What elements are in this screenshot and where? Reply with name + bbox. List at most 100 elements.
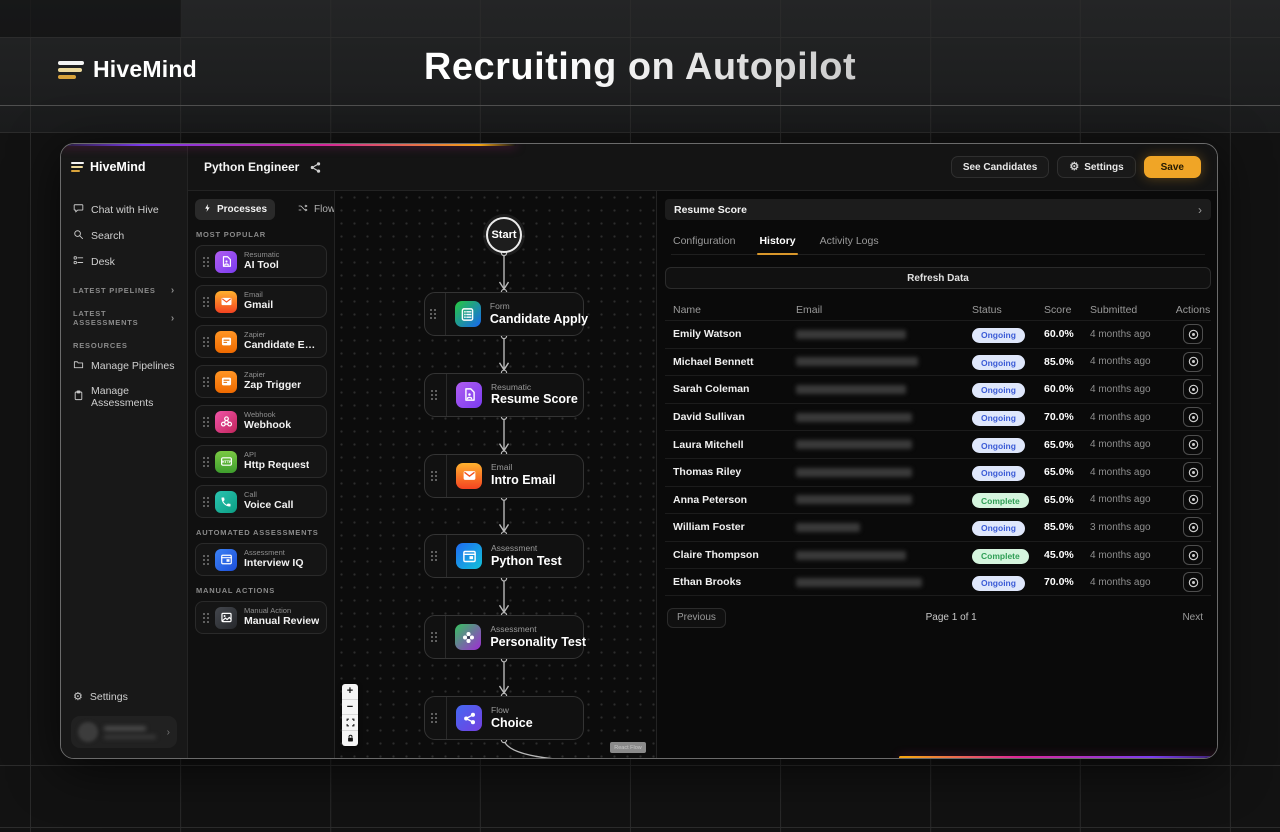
- start-node[interactable]: Start: [486, 217, 522, 253]
- gear-icon: ⚙: [73, 692, 83, 703]
- palette-item-manual-review[interactable]: Manual ActionManual Review: [195, 601, 327, 634]
- status-cell: Ongoing: [972, 408, 1044, 426]
- table-row[interactable]: Laura MitchellOngoing65.0%4 months ago: [665, 430, 1211, 458]
- next-page-button[interactable]: Next: [1176, 608, 1209, 627]
- palette-tab-processes[interactable]: Processes: [195, 199, 275, 220]
- settings-button[interactable]: ⚙ Settings: [1057, 156, 1135, 178]
- status-badge: Complete: [972, 549, 1029, 564]
- flow-node-name: Intro Email: [491, 473, 556, 489]
- candidate-score: 70.0%: [1044, 411, 1090, 423]
- row-action-button[interactable]: [1183, 324, 1203, 344]
- flow-node-personality-test[interactable]: AssessmentPersonality Test: [424, 615, 584, 659]
- table-row[interactable]: William FosterOngoing85.0%3 months ago: [665, 513, 1211, 541]
- share-icon[interactable]: [309, 161, 322, 174]
- drag-handle-icon: [425, 616, 446, 658]
- zoom-in-icon[interactable]: +: [342, 684, 358, 700]
- envelope-icon: [215, 291, 237, 313]
- background-dark-cell: [0, 0, 181, 37]
- process-palette: ProcessesFlow MOST POPULARResumaticAI To…: [188, 191, 335, 759]
- drag-handle-icon: [202, 416, 210, 428]
- table-row[interactable]: Thomas RileyOngoing65.0%4 months ago: [665, 458, 1211, 486]
- flow-canvas[interactable]: Start FormCandidate Apply ResumaticResume…: [335, 191, 656, 759]
- row-action-button[interactable]: [1183, 517, 1203, 537]
- doc-icon: [215, 251, 237, 273]
- previous-page-button[interactable]: Previous: [667, 608, 726, 628]
- sidebar-section-latest-assessments[interactable]: LATEST ASSESSMENTS›: [71, 300, 177, 331]
- sidebar-item-manage-pipelines[interactable]: Manage Pipelines: [71, 354, 177, 378]
- sidebar-item-manage-assessments[interactable]: Manage Assessments: [71, 380, 177, 414]
- see-candidates-button[interactable]: See Candidates: [951, 156, 1049, 178]
- column-header-actions: Actions: [1175, 304, 1211, 316]
- panel-tab-activity-logs[interactable]: Activity Logs: [818, 230, 881, 254]
- chevron-right-icon: ›: [167, 727, 170, 738]
- email-blur: [796, 330, 906, 339]
- palette-tab-flow[interactable]: Flow: [289, 199, 335, 220]
- candidate-email-redacted: [796, 495, 972, 504]
- table-row[interactable]: Sarah ColemanOngoing60.0%4 months ago: [665, 375, 1211, 403]
- sidebar-section-latest-pipelines[interactable]: LATEST PIPELINES›: [71, 276, 177, 300]
- column-header-name: Name: [673, 304, 796, 316]
- zoom-out-icon[interactable]: −: [342, 700, 358, 716]
- reactflow-attribution[interactable]: React Flow: [610, 742, 646, 753]
- table-row[interactable]: Anna PetersonComplete65.0%4 months ago: [665, 486, 1211, 514]
- palette-item-interview-iq[interactable]: AssessmentInterview IQ: [195, 543, 327, 576]
- palette-item-name: Interview IQ: [244, 557, 304, 570]
- table-row[interactable]: Claire ThompsonComplete45.0%4 months ago: [665, 541, 1211, 569]
- lock-icon[interactable]: [342, 731, 358, 747]
- row-action-button[interactable]: [1183, 490, 1203, 510]
- panel-header[interactable]: Resume Score ›: [665, 199, 1211, 220]
- sidebar-item-chat-with-hive[interactable]: Chat with Hive: [71, 198, 177, 222]
- actions-cell: [1175, 572, 1211, 592]
- palette-item-webhook[interactable]: WebhookWebhook: [195, 405, 327, 438]
- submitted-date: 4 months ago: [1090, 550, 1175, 561]
- panel-tab-history[interactable]: History: [757, 230, 797, 254]
- palette-item-zap-trigger[interactable]: ZapierZap Trigger: [195, 365, 327, 398]
- row-action-button[interactable]: [1183, 435, 1203, 455]
- flow-node-choice[interactable]: FlowChoice: [424, 696, 584, 740]
- chat-icon: [73, 203, 84, 217]
- panel-tab-configuration[interactable]: Configuration: [671, 230, 737, 254]
- flower-icon: [455, 624, 481, 650]
- save-button[interactable]: Save: [1144, 156, 1201, 178]
- doc-icon: [456, 382, 482, 408]
- refresh-data-button[interactable]: Refresh Data: [665, 267, 1211, 289]
- hivemind-logo-icon: [71, 162, 84, 173]
- row-action-button[interactable]: [1183, 352, 1203, 372]
- monitor-icon: [215, 549, 237, 571]
- table-row[interactable]: David SullivanOngoing70.0%4 months ago: [665, 403, 1211, 431]
- status-badge: Complete: [972, 493, 1029, 508]
- actions-cell: [1175, 435, 1211, 455]
- flow-node-intro-email[interactable]: EmailIntro Email: [424, 454, 584, 498]
- fit-view-icon[interactable]: [342, 715, 358, 731]
- actions-cell: [1175, 490, 1211, 510]
- email-blur: [796, 523, 860, 532]
- status-cell: Complete: [972, 491, 1044, 509]
- status-cell: Complete: [972, 546, 1044, 564]
- user-profile-card[interactable]: ›: [71, 716, 177, 748]
- table-row[interactable]: Emily WatsonOngoing60.0%4 months ago: [665, 320, 1211, 348]
- palette-item-voice-call[interactable]: CallVoice Call: [195, 485, 327, 518]
- submitted-date: 4 months ago: [1090, 439, 1175, 450]
- row-action-button[interactable]: [1183, 462, 1203, 482]
- palette-item-http-request[interactable]: HTTPAPIHttp Request: [195, 445, 327, 478]
- row-action-button[interactable]: [1183, 572, 1203, 592]
- row-action-button[interactable]: [1183, 545, 1203, 565]
- background-grid-line: [0, 105, 1280, 106]
- sidebar-item-search[interactable]: Search: [71, 224, 177, 248]
- row-action-button[interactable]: [1183, 379, 1203, 399]
- flow-node-resume-score[interactable]: ResumaticResume Score: [424, 373, 584, 417]
- sidebar-item-desk[interactable]: Desk: [71, 250, 177, 274]
- flow-node-candidate-apply[interactable]: FormCandidate Apply: [424, 292, 584, 336]
- sidebar-item-settings[interactable]: ⚙ Settings: [71, 686, 177, 708]
- table-row[interactable]: Ethan BrooksOngoing70.0%4 months ago: [665, 568, 1211, 596]
- user-redacted-text: [104, 726, 161, 739]
- palette-item-text: ZapierZap Trigger: [244, 370, 301, 392]
- table-row[interactable]: Michael BennettOngoing85.0%4 months ago: [665, 348, 1211, 376]
- row-action-button[interactable]: [1183, 407, 1203, 427]
- palette-item-ai-tool[interactable]: ResumaticAI Tool: [195, 245, 327, 278]
- candidate-name: Ethan Brooks: [673, 576, 796, 588]
- flow-node-python-test[interactable]: AssessmentPython Test: [424, 534, 584, 578]
- palette-item-candidate-ema-[interactable]: ZapierCandidate Ema...: [195, 325, 327, 358]
- drag-handle-icon: [425, 697, 447, 739]
- palette-item-gmail[interactable]: EmailGmail: [195, 285, 327, 318]
